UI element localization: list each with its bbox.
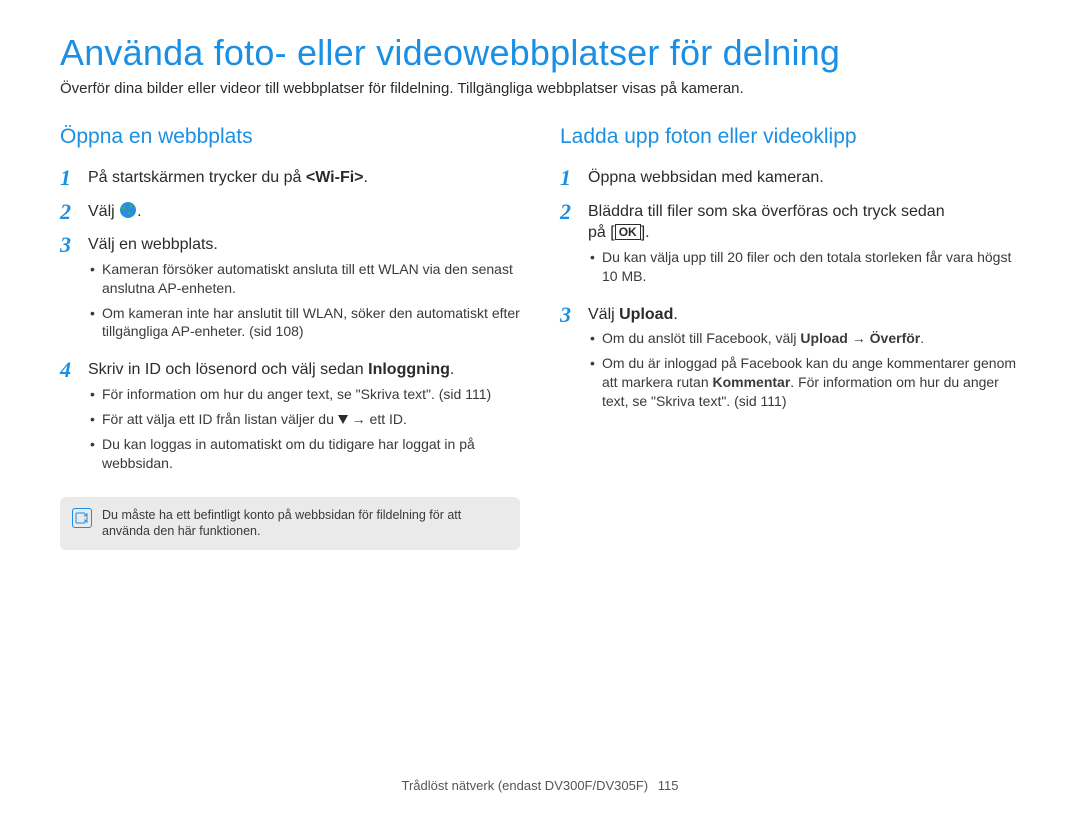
- step-text: Skriv in ID och lösenord och välj sedan: [88, 361, 368, 378]
- step-text: Välj en webbplats.: [88, 234, 520, 256]
- bullet-text: → ett ID.: [348, 411, 407, 427]
- step-text: .: [673, 306, 677, 323]
- page-footer: Trådlöst nätverk (endast DV300F/DV305F) …: [0, 778, 1080, 793]
- left-column: Öppna en webbplats 1 På startskärmen try…: [60, 125, 520, 550]
- step-body: Välj .: [88, 199, 520, 227]
- triangle-down-icon: [338, 415, 348, 424]
- bullet-text: .: [920, 330, 924, 346]
- step-number: 3: [60, 232, 88, 258]
- step-sub-bullets: Du kan välja upp till 20 filer och den t…: [588, 248, 1020, 286]
- note-box: Du måste ha ett befintligt konto på webb…: [60, 497, 520, 551]
- step-3: 3 Välj en webbplats. Kameran försöker au…: [60, 232, 520, 351]
- wifi-label: <Wi-Fi>: [306, 169, 364, 186]
- login-label: Inloggning: [368, 361, 450, 378]
- page-title: Använda foto- eller videowebbplatser för…: [60, 32, 1020, 74]
- step-number: 3: [560, 302, 588, 328]
- two-column-layout: Öppna en webbplats 1 På startskärmen try…: [60, 125, 1020, 550]
- step-body: Välj Upload. Om du anslöt till Facebook,…: [588, 302, 1020, 421]
- step-number: 2: [560, 199, 588, 225]
- bullet-item: För information om hur du anger text, se…: [88, 385, 520, 404]
- intro-text: Överför dina bilder eller videor till we…: [60, 80, 1020, 97]
- step-text: .: [450, 361, 454, 378]
- step-1: 1 På startskärmen trycker du på <Wi-Fi>.: [60, 165, 520, 193]
- section-heading-open-website: Öppna en webbplats: [60, 125, 520, 149]
- step-text: .: [137, 203, 141, 220]
- step-body: Bläddra till filer som ska överföras och…: [588, 199, 1020, 296]
- right-column: Ladda upp foton eller videoklipp 1 Öppna…: [560, 125, 1020, 550]
- note-text: Du måste ha ett befintligt konto på webb…: [102, 507, 508, 541]
- upload-label: Upload: [800, 330, 847, 346]
- transfer-label: Överför: [870, 330, 921, 346]
- step-text: Öppna webbsidan med kameran.: [588, 167, 1020, 189]
- ok-button-icon: OK: [615, 224, 641, 240]
- step-body: Välj en webbplats. Kameran försöker auto…: [88, 232, 520, 351]
- step-text: På startskärmen trycker du på: [88, 169, 306, 186]
- step-body: På startskärmen trycker du på <Wi-Fi>.: [88, 165, 520, 193]
- step-number: 2: [60, 199, 88, 225]
- footer-text: Trådlöst nätverk (endast DV300F/DV305F): [402, 778, 649, 793]
- step-body: Skriv in ID och lösenord och välj sedan …: [88, 357, 520, 482]
- step-number: 1: [60, 165, 88, 191]
- step-3: 3 Välj Upload. Om du anslöt till Faceboo…: [560, 302, 1020, 421]
- step-sub-bullets: För information om hur du anger text, se…: [88, 385, 520, 473]
- note-icon: [72, 508, 92, 528]
- bullet-text: →: [848, 330, 870, 346]
- step-body: Öppna webbsidan med kameran.: [588, 165, 1020, 193]
- document-page: Använda foto- eller videowebbplatser för…: [0, 0, 1080, 815]
- step-4: 4 Skriv in ID och lösenord och välj seda…: [60, 357, 520, 482]
- bullet-item: Du kan välja upp till 20 filer och den t…: [588, 248, 1020, 286]
- bullet-item: Kameran försöker automatiskt ansluta til…: [88, 260, 520, 298]
- step-text: Välj: [588, 306, 619, 323]
- bullet-item: Du kan loggas in automatiskt om du tidig…: [88, 435, 520, 473]
- globe-icon: [119, 201, 137, 219]
- step-text: .: [364, 169, 368, 186]
- step-1: 1 Öppna webbsidan med kameran.: [560, 165, 1020, 193]
- step-text: Välj: [88, 203, 119, 220]
- step-text: Bläddra till filer som ska överföras och…: [588, 203, 945, 220]
- bullet-text: För att välja ett ID från listan väljer …: [102, 411, 338, 427]
- bullet-item: Om du anslöt till Facebook, välj Upload …: [588, 329, 1020, 348]
- upload-label: Upload: [619, 306, 673, 323]
- step-2: 2 Välj .: [60, 199, 520, 227]
- step-sub-bullets: Om du anslöt till Facebook, välj Upload …: [588, 329, 1020, 411]
- step-text: ].: [641, 224, 650, 241]
- comment-label: Kommentar: [713, 374, 791, 390]
- step-text: på [: [588, 224, 615, 241]
- step-2: 2 Bläddra till filer som ska överföras o…: [560, 199, 1020, 296]
- bullet-item: Om kameran inte har anslutit till WLAN, …: [88, 304, 520, 342]
- step-number: 1: [560, 165, 588, 191]
- step-number: 4: [60, 357, 88, 383]
- page-number: 115: [658, 778, 679, 793]
- step-sub-bullets: Kameran försöker automatiskt ansluta til…: [88, 260, 520, 342]
- bullet-item: För att välja ett ID från listan väljer …: [88, 410, 520, 429]
- section-heading-upload: Ladda upp foton eller videoklipp: [560, 125, 1020, 149]
- bullet-text: Om du anslöt till Facebook, välj: [602, 330, 800, 346]
- bullet-item: Om du är inloggad på Facebook kan du ang…: [588, 354, 1020, 411]
